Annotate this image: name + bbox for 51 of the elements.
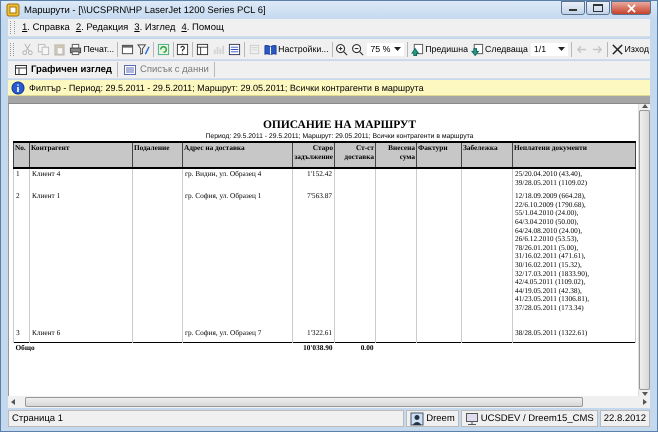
scroll-down-arrow-icon[interactable]	[642, 392, 648, 396]
menu-item[interactable]: 3. Изглед	[132, 22, 180, 33]
list-icon	[122, 62, 137, 76]
database-name: UCSDEV / Dreem15_CMS	[480, 413, 594, 424]
printer-icon	[69, 42, 82, 56]
report-title: ОПИСАНИЕ НА МАРШРУТ	[262, 119, 418, 132]
list-icon[interactable]	[228, 42, 242, 56]
window-title: Маршрути - [\\UCSPRN\HP LaserJet 1200 Series PCL 6]	[24, 4, 267, 16]
open-book-icon	[264, 42, 278, 56]
close-icon	[610, 42, 624, 56]
help-icon[interactable]	[176, 42, 190, 56]
refresh-icon[interactable]	[156, 42, 170, 56]
table-icon	[14, 62, 28, 76]
status-text: Страница 1	[8, 410, 404, 427]
table-layout-icon[interactable]	[196, 42, 210, 56]
toolbar-button[interactable]: Настройки...	[263, 40, 330, 58]
maximize-button[interactable]	[586, 1, 610, 15]
scrollbar-thumb[interactable]	[25, 397, 583, 407]
scroll-right-arrow-icon[interactable]	[643, 399, 647, 405]
tab[interactable]: Графичен изглед	[12, 62, 114, 76]
toolbar-button[interactable]: Следваща	[470, 40, 529, 58]
menu-item[interactable]: 4. Помощ	[179, 22, 228, 33]
horizontal-scrollbar[interactable]	[8, 396, 650, 408]
scroll-up-arrow-icon[interactable]	[642, 104, 648, 108]
computer-icon	[464, 412, 479, 426]
menu-item[interactable]: 1. Справка	[20, 22, 74, 33]
caret-icon	[394, 47, 402, 51]
user-icon	[410, 412, 424, 426]
close-button[interactable]	[611, 1, 651, 15]
app-icon	[6, 3, 20, 17]
menu-item[interactable]: 2. Редакция	[74, 22, 132, 33]
info-icon	[11, 80, 25, 94]
zoom-out-icon[interactable]	[351, 42, 364, 56]
filter-text: Филтър - Период: 29.5.2011 - 29.5.2011; Маршрут: 29.05.2011; Всички контрагенти в маршрута	[29, 82, 424, 92]
dropdown[interactable]: 1/1	[530, 42, 569, 56]
close-icon	[626, 4, 636, 12]
status-date: 22.8.2012	[600, 410, 650, 427]
caret-icon	[558, 47, 565, 51]
page-down-icon	[470, 42, 484, 56]
minimize-button[interactable]	[561, 1, 585, 15]
tab[interactable]: Списък с данни	[120, 62, 211, 76]
toolbar-button[interactable]: Печат...	[68, 40, 116, 58]
page-up-icon	[411, 42, 424, 56]
toolbar-button[interactable]: Предишна	[410, 40, 469, 58]
user-name: Dreem	[426, 413, 455, 424]
window-icon[interactable]	[120, 42, 134, 56]
scroll-left-arrow-icon[interactable]	[11, 399, 15, 405]
filter-icon[interactable]	[136, 42, 150, 56]
zoom-in-icon[interactable]	[335, 42, 348, 56]
dropdown[interactable]: 75 %	[366, 42, 406, 56]
toolbar-button[interactable]: Изход	[610, 40, 650, 58]
